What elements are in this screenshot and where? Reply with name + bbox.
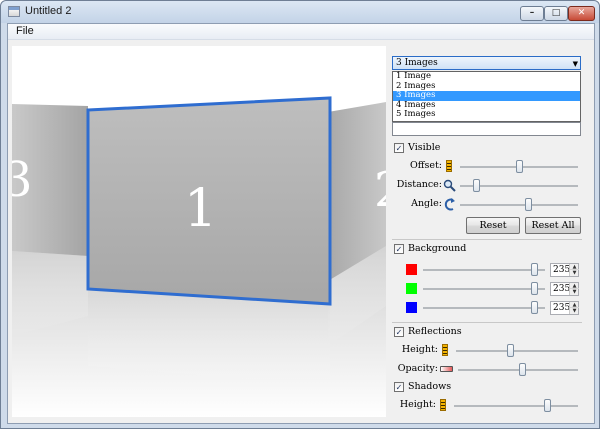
blue-track[interactable] [423,301,545,314]
images-count-dropdown: 1 Image 2 Images 3 Images 4 Images 5 Ima… [392,71,581,122]
blue-swatch [406,302,417,313]
menu-bar: File [8,24,594,40]
carousel-canvas: 3 2 1 [12,46,386,417]
shadows-checkbox[interactable]: ✓ [394,382,404,392]
distance-slider-thumb[interactable] [473,179,481,192]
offset-slider-thumb[interactable] [516,160,523,173]
red-spinbox[interactable]: 235 ▲ ▼ [550,263,579,277]
red-track[interactable] [423,263,545,276]
blue-value: 235 [553,303,571,313]
distance-label: Distance: [396,179,442,190]
reset-all-button[interactable]: Reset All [525,217,581,234]
dropdown-option[interactable]: 5 Images [393,110,580,120]
reflection-height-track[interactable] [456,344,578,357]
red-swatch [406,264,417,275]
green-swatch [406,283,417,294]
background-checkbox[interactable]: ✓ [394,244,404,254]
spin-down-icon[interactable]: ▼ [570,289,579,295]
shadow-height-thumb[interactable] [543,399,551,412]
spin-buttons: ▲ ▼ [569,302,579,314]
reflection-opacity-label: Opacity: [397,363,438,374]
reflections-checkbox[interactable]: ✓ [394,327,404,337]
magnifier-icon [443,179,456,192]
angle-track[interactable] [460,198,578,211]
rotate-icon [444,198,455,211]
green-value: 235 [553,284,571,294]
green-spinbox[interactable]: 235 ▲ ▼ [550,282,579,296]
shadow-height-label: Height: [399,399,436,410]
distance-slider-row: Distance: [390,179,588,193]
reflection-height-label: Height: [401,344,438,355]
red-slider-thumb[interactable] [531,263,539,276]
minimize-button[interactable]: – [520,6,544,21]
carousel-panel-front-label: 1 [184,179,217,239]
blue-slider-thumb[interactable] [531,301,539,314]
maximize-button[interactable]: □ [544,6,568,21]
spin-down-icon[interactable]: ▼ [570,270,579,276]
title-bar[interactable]: Untitled 2 – □ ✕ [1,1,599,23]
offset-label: Offset: [409,160,442,171]
background-label: Background [408,243,467,254]
spin-buttons: ▲ ▼ [569,283,579,295]
shadows-label: Shadows [408,381,452,392]
image-list-box[interactable] [392,122,581,136]
reflections-label: Reflections [408,326,462,337]
spin-down-icon[interactable]: ▼ [570,308,579,314]
reflection-opacity-track[interactable] [458,363,578,376]
visible-checkbox[interactable]: ✓ [394,143,404,153]
ruler-icon [446,160,452,172]
carousel-view[interactable]: 3 2 1 [12,46,386,417]
visible-label: Visible [408,142,441,153]
angle-label: Angle: [411,198,442,209]
angle-slider-row: Angle: [390,198,588,212]
blue-spinbox[interactable]: 235 ▲ ▼ [550,301,579,315]
reflection-height-thumb[interactable] [506,344,514,357]
carousel-panel-left-label: 3 [12,152,33,208]
opacity-icon [440,366,453,372]
shadow-height-track[interactable] [454,399,578,412]
client-area: File 3 1 3 Images ▼ 1 Image 2 Images 3 I… [7,23,595,424]
green-channel-row: 235 ▲ ▼ [390,282,588,296]
green-slider-thumb[interactable] [531,282,539,295]
images-count-value: 3 Images [396,58,438,68]
offset-track[interactable] [460,160,578,173]
separator [392,322,582,323]
ruler-icon [440,399,446,411]
spin-buttons: ▲ ▼ [569,264,579,276]
angle-slider-thumb[interactable] [525,198,533,211]
carousel-panel-right-label: 2 [374,162,386,218]
menu-file[interactable]: File [13,25,37,37]
app-icon [8,6,20,17]
red-channel-row: 235 ▲ ▼ [390,263,588,277]
separator [392,239,582,240]
reflection-opacity-thumb[interactable] [518,363,526,376]
ruler-icon [442,344,448,356]
reflection-opacity-row: Opacity: [390,363,588,377]
green-track[interactable] [423,282,545,295]
close-button[interactable]: ✕ [568,6,595,21]
reset-button[interactable]: Reset [466,217,520,234]
images-count-select[interactable]: 3 Images ▼ [392,56,581,70]
offset-slider-row: Offset: [390,160,588,174]
red-value: 235 [553,265,571,275]
shadow-height-row: Height: [390,399,588,413]
chevron-down-icon: ▼ [572,60,578,68]
distance-track[interactable] [460,179,578,192]
settings-panel: 3 Images ▼ 1 Image 2 Images 3 Images 4 I… [390,46,588,422]
app-window: Untitled 2 – □ ✕ File 3 1 3 Images ▼ 1 I… [0,0,600,429]
reflection-height-row: Height: [390,344,588,358]
window-title: Untitled 2 [25,5,72,17]
blue-channel-row: 235 ▲ ▼ [390,301,588,315]
